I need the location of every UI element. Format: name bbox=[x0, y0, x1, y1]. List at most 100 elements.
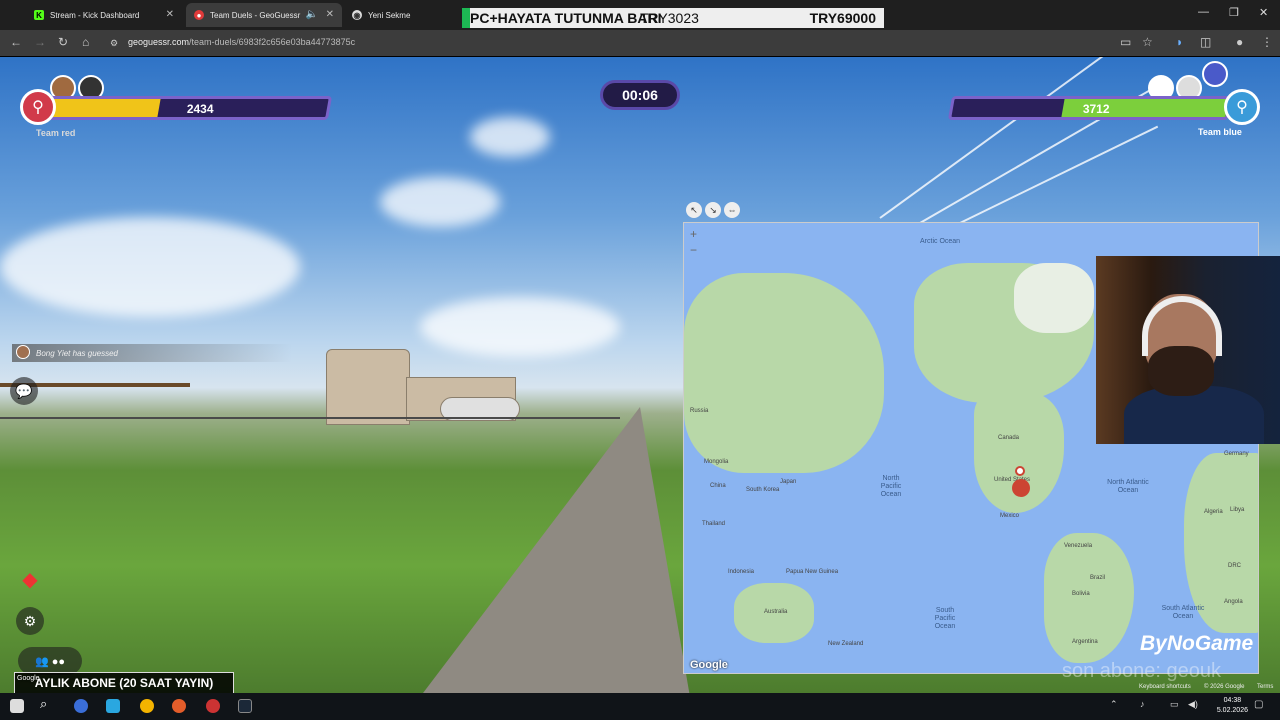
map-label: Germany bbox=[1224, 451, 1249, 457]
guess-notice-text: Bong Yiet has guessed bbox=[36, 348, 118, 358]
tray-chevron-icon[interactable]: ⌃ bbox=[1110, 699, 1124, 713]
map-attribution[interactable]: Keyboard shortcuts bbox=[1139, 684, 1191, 690]
chrome-icon[interactable] bbox=[140, 699, 154, 713]
sub-goal-title: AYLIK ABONE (20 SAAT YAYIN) bbox=[34, 676, 214, 690]
tab-geoguessr[interactable]: ● Team Duels - GeoGuessr 🔈 ✕ bbox=[186, 3, 342, 27]
last-subscriber: son abone: geouk bbox=[1062, 660, 1222, 682]
map-label: North Pacific Ocean bbox=[880, 475, 902, 498]
cloud bbox=[0, 217, 300, 317]
address-bar: ← → ↻ ⌂ ⚙ geoguessr.com/team-duels/6983f… bbox=[0, 30, 1280, 56]
bookmark-star-icon[interactable]: ☆ bbox=[1142, 35, 1153, 49]
tab-new-tab[interactable]: ◉ Yeni Sekme bbox=[344, 3, 454, 27]
map-label: Mongolia bbox=[704, 459, 729, 465]
windows-taskbar: ⌕ ⌃ ♪ ▭ ◀) 04:38 5.02.2026 ▢ bbox=[0, 693, 1280, 720]
network-icon[interactable]: ▭ bbox=[1170, 699, 1184, 713]
team-red-label: Team red bbox=[36, 128, 76, 138]
map-label: Papua New Guinea bbox=[786, 569, 839, 575]
settings-gear-icon[interactable]: ⚙ bbox=[16, 607, 44, 635]
map-label: China bbox=[710, 483, 726, 489]
team-red-health-bar: 2434 bbox=[31, 96, 333, 120]
clock-time: 04:38 bbox=[1223, 697, 1242, 704]
obs-icon[interactable] bbox=[206, 699, 220, 713]
url-field[interactable]: geoguessr.com/team-duels/6983f2c656e03ba… bbox=[128, 37, 355, 47]
profile-icon[interactable]: ● bbox=[1236, 35, 1243, 49]
team-blue-health-value: 3712 bbox=[1082, 102, 1110, 116]
landmass-greenland bbox=[1014, 263, 1094, 333]
power-line bbox=[879, 57, 1140, 219]
forward-icon[interactable]: → bbox=[34, 35, 46, 49]
teammates-button[interactable]: 👥 ●● bbox=[18, 647, 82, 675]
map-label: New Zealand bbox=[828, 641, 864, 647]
sponsor-logo: ByNoGame bbox=[1140, 632, 1254, 655]
zoom-out-icon[interactable]: − bbox=[690, 243, 697, 257]
guess-marker[interactable] bbox=[1012, 479, 1030, 497]
donation-ticker: PC+HAYATA TUTUNMA BARI TRY3023 TRY69000 bbox=[462, 8, 884, 28]
close-icon[interactable]: ✕ bbox=[166, 9, 174, 20]
round-timer: 00:06 bbox=[600, 80, 680, 110]
close-icon[interactable]: ✕ bbox=[326, 9, 334, 20]
menu-icon[interactable]: ⋮ bbox=[1261, 35, 1273, 49]
map-label: Venezuela bbox=[1064, 543, 1093, 549]
steam-icon[interactable] bbox=[238, 699, 252, 713]
map-label: Algeria bbox=[1204, 509, 1223, 515]
tab-label: Stream - Kick Dashboard bbox=[50, 10, 140, 20]
map-label: Mexico bbox=[1000, 513, 1020, 519]
map-label: South Pacific Ocean bbox=[934, 607, 956, 630]
speaker-icon[interactable]: 🔈 bbox=[306, 9, 318, 20]
guess-notice: Bong Yiet has guessed bbox=[12, 344, 292, 362]
map-label: Libya bbox=[1230, 507, 1245, 513]
map-attribution[interactable]: Terms bbox=[1257, 684, 1273, 690]
map-pin-toggle-icon[interactable]: ⇔ bbox=[724, 202, 740, 218]
compass-icon[interactable]: ◆ bbox=[16, 565, 44, 593]
close-window-icon[interactable]: ✕ bbox=[1259, 6, 1268, 19]
landmass-asia bbox=[684, 273, 884, 473]
chat-icon[interactable]: 💬 bbox=[10, 377, 38, 405]
home-icon[interactable]: ⌂ bbox=[82, 35, 89, 49]
extensions-puzzle-icon[interactable]: ◫ bbox=[1200, 35, 1211, 49]
map-controls: ↖ ↘ ⇔ bbox=[683, 200, 743, 220]
start-icon[interactable] bbox=[10, 699, 24, 713]
system-clock[interactable]: 04:38 5.02.2026 bbox=[1217, 696, 1248, 716]
guess-marker[interactable] bbox=[1015, 466, 1025, 476]
tab-kick-dashboard[interactable]: K Stream - Kick Dashboard ✕ bbox=[26, 3, 182, 27]
map-label: Indonesia bbox=[728, 569, 755, 575]
cloud bbox=[470, 117, 550, 157]
zoom-in-icon[interactable]: + bbox=[690, 227, 697, 241]
mic-icon[interactable]: ♪ bbox=[1140, 699, 1154, 713]
map-label: Canada bbox=[998, 435, 1020, 441]
map-label: North Atlantic Ocean bbox=[1107, 479, 1149, 494]
player-avatar bbox=[16, 345, 30, 359]
team-blue-label: Team blue bbox=[1198, 127, 1242, 137]
map-label: Australia bbox=[764, 609, 788, 615]
map-label: Arctic Ocean bbox=[920, 238, 961, 245]
map-expand-icon[interactable]: ↖ bbox=[686, 202, 702, 218]
ticker-target: TRY69000 bbox=[809, 10, 876, 26]
road bbox=[420, 407, 690, 693]
app-icon[interactable] bbox=[106, 699, 120, 713]
restore-icon[interactable]: ❐ bbox=[1229, 6, 1239, 19]
ticker-current: TRY3023 bbox=[640, 10, 699, 26]
map-label: Japan bbox=[780, 479, 797, 485]
search-icon[interactable]: ⌕ bbox=[40, 696, 54, 711]
ticker-accent bbox=[462, 8, 470, 28]
site-info-icon[interactable]: ⚙ bbox=[110, 38, 118, 49]
firefox-icon[interactable] bbox=[172, 699, 186, 713]
edge-icon[interactable] bbox=[74, 699, 88, 713]
extension-icon[interactable]: ◗ bbox=[1176, 35, 1183, 49]
map-label: Angola bbox=[1224, 599, 1243, 605]
map-label: Russia bbox=[690, 408, 709, 414]
notifications-icon[interactable]: ▢ bbox=[1254, 699, 1268, 713]
back-icon[interactable]: ← bbox=[10, 35, 22, 49]
map-label: Bolivia bbox=[1072, 591, 1090, 597]
map-shrink-icon[interactable]: ↘ bbox=[705, 202, 721, 218]
team-blue-pin-icon: ⚲ bbox=[1224, 89, 1260, 125]
team-red-health-value: 2434 bbox=[186, 102, 214, 116]
cloud bbox=[380, 177, 500, 227]
minimize-icon[interactable]: — bbox=[1198, 6, 1209, 18]
volume-icon[interactable]: ◀) bbox=[1188, 699, 1202, 713]
reload-icon[interactable]: ↻ bbox=[58, 35, 68, 49]
cloud bbox=[420, 297, 620, 357]
map-label: South Atlantic Ocean bbox=[1161, 605, 1205, 620]
tab-label: Team Duels - GeoGuessr bbox=[210, 10, 301, 20]
cast-icon[interactable]: ▭ bbox=[1120, 35, 1131, 49]
